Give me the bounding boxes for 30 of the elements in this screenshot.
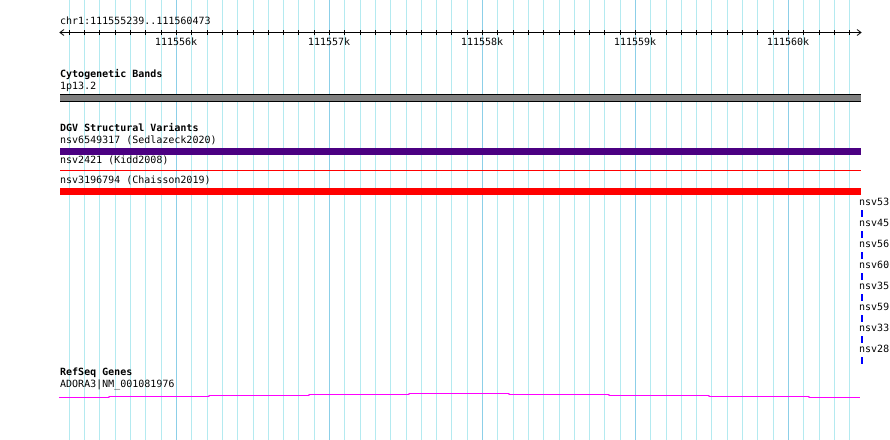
variant-dash <box>861 294 863 301</box>
feature-label: nsv3196794 (Chaisson2019) <box>60 175 211 187</box>
variant-dash <box>861 336 863 343</box>
feature-label: 1p13.2 <box>60 81 96 93</box>
feature-label: ADORA3|NM_001081976 <box>60 379 174 391</box>
variant-dash <box>861 231 863 238</box>
feature-label: nsv45 <box>859 218 890 230</box>
feature-label: nsv28 <box>859 344 890 356</box>
scale-label: 111559k <box>614 37 656 48</box>
feature-label: nsv2421 (Kidd2008) <box>60 155 168 167</box>
variant-dash <box>861 357 863 364</box>
scale-label: 111556k <box>154 37 198 48</box>
feature-label: nsv56 <box>859 239 890 251</box>
scale-label: 111560k <box>766 37 810 48</box>
feature-label: nsv53 <box>859 197 890 209</box>
track-title: DGV Structural Variants <box>60 123 198 135</box>
scale-label: 111557k <box>308 37 350 48</box>
feature-label: nsv6549317 (Sedlazeck2020) <box>60 135 217 147</box>
feature-label: nsv33 <box>859 323 890 335</box>
scale-label: 111558k <box>460 37 504 48</box>
variant-dash <box>861 273 863 280</box>
feature-label: nsv35 <box>859 281 890 293</box>
track-title: RefSeq Genes <box>60 367 132 379</box>
feature-label: nsv60 <box>859 260 890 272</box>
track-title: Cytogenetic Bands <box>60 69 162 81</box>
location-text: chr1:111555239..111560473 <box>60 16 211 28</box>
variant-dash <box>861 252 863 259</box>
variant-dash <box>861 210 863 217</box>
feature-label: nsv59 <box>859 302 890 314</box>
variant-dash <box>861 315 863 322</box>
